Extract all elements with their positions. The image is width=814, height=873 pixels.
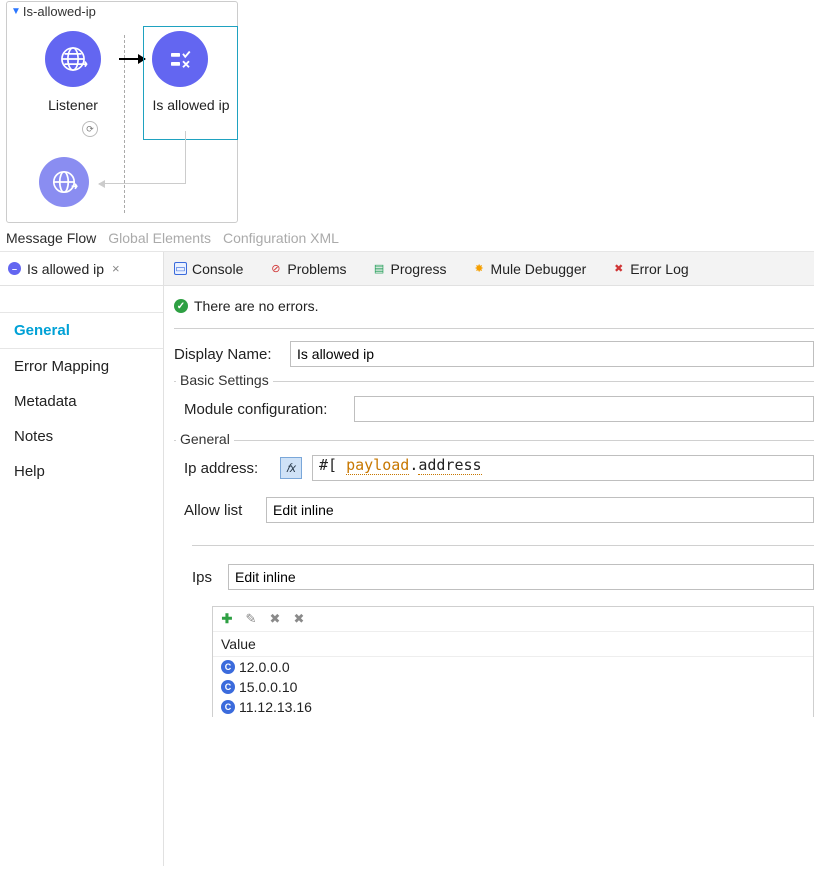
component-label: Is allowed ip	[152, 97, 229, 113]
add-button[interactable]: ✚	[219, 611, 235, 627]
editor-view-tabs: Message Flow Global Elements Configurati…	[0, 228, 814, 251]
properties-side-nav: General Error Mapping Metadata Notes Hel…	[0, 286, 163, 489]
console-icon: ▭	[174, 262, 187, 275]
listener-node[interactable]: ⟳ Listener	[27, 31, 119, 113]
return-connector	[99, 183, 186, 184]
flow-name: Is-allowed-ip	[23, 4, 96, 19]
side-item-notes[interactable]: Notes	[0, 419, 163, 454]
listener-label: Listener	[48, 97, 98, 113]
tab-mule-debugger[interactable]: ✸ Mule Debugger	[473, 261, 587, 277]
row-value: 12.0.0.0	[239, 659, 290, 675]
refresh-badge-icon: ⟳	[82, 121, 98, 137]
globe-icon	[47, 165, 81, 199]
tab-message-flow[interactable]: Message Flow	[6, 230, 96, 246]
side-item-help[interactable]: Help	[0, 454, 163, 489]
row-value: 15.0.0.10	[239, 679, 297, 695]
allow-list-select[interactable]	[266, 497, 814, 523]
close-icon[interactable]: ×	[112, 261, 120, 276]
progress-icon: ▤	[373, 262, 386, 275]
table-row[interactable]: C 11.12.13.16	[213, 697, 813, 717]
ips-table-header: Value	[213, 632, 813, 657]
validate-icon	[165, 44, 195, 74]
flow-title[interactable]: ▼ Is-allowed-ip	[7, 2, 237, 21]
flow-arrow	[119, 31, 145, 87]
edit-button[interactable]: ✎	[243, 611, 259, 627]
row-badge-icon: C	[221, 680, 235, 694]
debugger-icon: ✸	[473, 262, 486, 275]
row-badge-icon: C	[221, 700, 235, 714]
tab-global-elements[interactable]: Global Elements	[108, 230, 211, 246]
ip-address-input[interactable]: #[ payload.address	[312, 455, 814, 481]
allow-list-label: Allow list	[184, 502, 256, 519]
bottom-tabstrip: ▭ Console ⊘ Problems ▤ Progress ✸ Mule D…	[164, 252, 814, 286]
display-name-label: Display Name:	[174, 346, 280, 363]
status-message: There are no errors.	[194, 298, 319, 314]
module-config-label: Module configuration:	[184, 401, 344, 418]
tab-configuration-xml[interactable]: Configuration XML	[223, 230, 339, 246]
basic-settings-legend: Basic Settings	[176, 372, 273, 388]
display-name-input[interactable]	[290, 341, 814, 367]
side-item-metadata[interactable]: Metadata	[0, 384, 163, 419]
error-handler-node[interactable]	[39, 157, 89, 207]
ip-address-label: Ip address:	[184, 460, 270, 477]
tools-button[interactable]: ✖	[291, 611, 307, 627]
problems-icon: ⊘	[269, 262, 282, 275]
status-bar: ✓ There are no errors.	[174, 294, 814, 328]
delete-button[interactable]: ✖	[267, 611, 283, 627]
is-allowed-ip-node[interactable]: Is allowed ip	[144, 27, 237, 139]
side-item-error-mapping[interactable]: Error Mapping	[0, 349, 163, 384]
properties-tab[interactable]: – Is allowed ip ×	[0, 252, 163, 286]
globe-icon	[56, 42, 90, 76]
flow-container[interactable]: ▼ Is-allowed-ip ⟳ Listener	[6, 1, 238, 223]
ips-label: Ips	[192, 569, 218, 586]
row-badge-icon: C	[221, 660, 235, 674]
row-value: 11.12.13.16	[239, 699, 312, 715]
tab-error-log[interactable]: ✖ Error Log	[612, 261, 688, 277]
fx-button[interactable]: 𝑓x	[280, 457, 302, 479]
table-row[interactable]: C 15.0.0.10	[213, 677, 813, 697]
table-row[interactable]: C 12.0.0.0	[213, 657, 813, 677]
properties-tab-label: Is allowed ip	[27, 261, 104, 277]
tab-console[interactable]: ▭ Console	[174, 261, 243, 277]
collapse-triangle-icon[interactable]: ▼	[11, 6, 21, 17]
general-legend: General	[176, 431, 234, 447]
side-item-general[interactable]: General	[0, 312, 163, 349]
status-ok-icon: ✓	[174, 299, 188, 313]
ips-select[interactable]	[228, 564, 814, 590]
ips-table: ✚ ✎ ✖ ✖ Value C 12.0.0.0 C 15.0.0.10 C 11.12.…	[212, 606, 814, 717]
flow-canvas: ▼ Is-allowed-ip ⟳ Listener	[0, 1, 814, 228]
module-config-input[interactable]	[354, 396, 814, 422]
tab-progress[interactable]: ▤ Progress	[373, 261, 447, 277]
tab-problems[interactable]: ⊘ Problems	[269, 261, 346, 277]
return-connector	[185, 131, 186, 183]
component-badge-icon: –	[8, 262, 21, 275]
error-log-icon: ✖	[612, 262, 625, 275]
